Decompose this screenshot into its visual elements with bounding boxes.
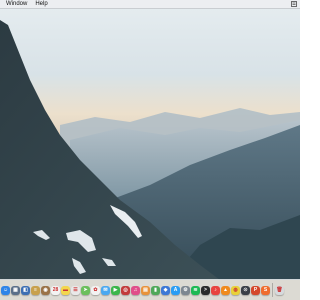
spotify-icon[interactable]: ≋ xyxy=(191,285,200,295)
keynote-icon[interactable]: ◆ xyxy=(161,285,170,295)
ibooks-glyph: ▤ xyxy=(143,286,148,293)
music-glyph: ♪ xyxy=(214,286,217,293)
sublime-icon[interactable]: S xyxy=(261,285,270,295)
terminal-glyph: > xyxy=(204,286,207,293)
facetime-icon[interactable]: ▶ xyxy=(111,285,120,295)
preview-icon[interactable]: ◧ xyxy=(21,285,30,295)
messages-glyph: ✉ xyxy=(103,286,108,293)
steam-glyph: ⊙ xyxy=(243,286,248,293)
dock-separator xyxy=(272,283,273,297)
facetime-glyph: ▶ xyxy=(113,286,118,293)
maps-icon[interactable]: ➤ xyxy=(81,285,90,295)
trash-glyph: 🗑 xyxy=(276,286,283,293)
photos-icon[interactable]: ✿ xyxy=(91,285,100,295)
photo-booth-glyph: ◎ xyxy=(123,286,128,293)
spotify-glyph: ≋ xyxy=(193,286,198,293)
vlc-glyph: ▲ xyxy=(223,286,228,293)
wallpaper xyxy=(0,0,300,300)
contacts-icon[interactable]: ◉ xyxy=(41,285,50,295)
launchpad-glyph: ▦ xyxy=(13,286,18,293)
messages-icon[interactable]: ✉ xyxy=(101,285,110,295)
desktop: Window Help ☺ ▦ ◧ ≡ ◉ 28 ▬ ☰ ➤ ✿ ✉ ▶ ◎ ♫ ▤ ▮ ◆ A ⚙ ≋ > ♪ ▲ ◍ ⊙ P S… xyxy=(0,0,300,300)
reminders-icon[interactable]: ☰ xyxy=(71,285,80,295)
system-preferences-icon[interactable]: ⚙ xyxy=(181,285,190,295)
trash-icon[interactable]: 🗑 xyxy=(275,285,284,295)
menu-window[interactable]: Window xyxy=(0,0,31,8)
chrome-icon[interactable]: ◍ xyxy=(231,285,240,295)
contacts-glyph: ◉ xyxy=(43,286,48,293)
notes-glyph: ≡ xyxy=(34,286,37,293)
steam-icon[interactable]: ⊙ xyxy=(241,285,250,295)
app-store-icon[interactable]: A xyxy=(171,285,180,295)
control-icon-glyph xyxy=(291,1,297,7)
terminal-icon[interactable]: > xyxy=(201,285,210,295)
finder-icon[interactable]: ☺ xyxy=(1,285,10,295)
system-preferences-glyph: ⚙ xyxy=(183,286,188,293)
numbers-icon[interactable]: ▮ xyxy=(151,285,160,295)
chrome-glyph: ◍ xyxy=(233,286,238,293)
vlc-icon[interactable]: ▲ xyxy=(221,285,230,295)
notes-icon[interactable]: ≡ xyxy=(31,285,40,295)
maps-glyph: ➤ xyxy=(83,286,88,293)
powerpoint-icon[interactable]: P xyxy=(251,285,260,295)
control-icon[interactable] xyxy=(291,1,297,7)
finder-glyph: ☺ xyxy=(2,286,9,293)
reminders-glyph: ☰ xyxy=(73,286,78,293)
itunes-icon[interactable]: ♫ xyxy=(131,285,140,295)
stickies-glyph: ▬ xyxy=(63,286,68,293)
music-icon[interactable]: ♪ xyxy=(211,285,220,295)
ibooks-icon[interactable]: ▤ xyxy=(141,285,150,295)
dock: ☺ ▦ ◧ ≡ ◉ 28 ▬ ☰ ➤ ✿ ✉ ▶ ◎ ♫ ▤ ▮ ◆ A ⚙ ≋ > ♪ ▲ ◍ ⊙ P S 🗑 xyxy=(0,279,300,300)
menu-help[interactable]: Help xyxy=(31,0,51,8)
calendar-icon[interactable]: 28 xyxy=(51,285,60,295)
stickies-icon[interactable]: ▬ xyxy=(61,285,70,295)
preview-glyph: ◧ xyxy=(23,286,28,293)
app-store-glyph: A xyxy=(173,286,178,293)
powerpoint-glyph: P xyxy=(253,286,258,293)
itunes-glyph: ♫ xyxy=(133,286,138,293)
calendar-glyph: 28 xyxy=(52,286,59,293)
photos-glyph: ✿ xyxy=(93,286,98,293)
keynote-glyph: ◆ xyxy=(163,286,168,293)
menu-bar: Window Help xyxy=(0,0,300,9)
photo-booth-icon[interactable]: ◎ xyxy=(121,285,130,295)
launchpad-icon[interactable]: ▦ xyxy=(11,285,20,295)
numbers-glyph: ▮ xyxy=(154,286,157,293)
sublime-glyph: S xyxy=(263,286,268,293)
